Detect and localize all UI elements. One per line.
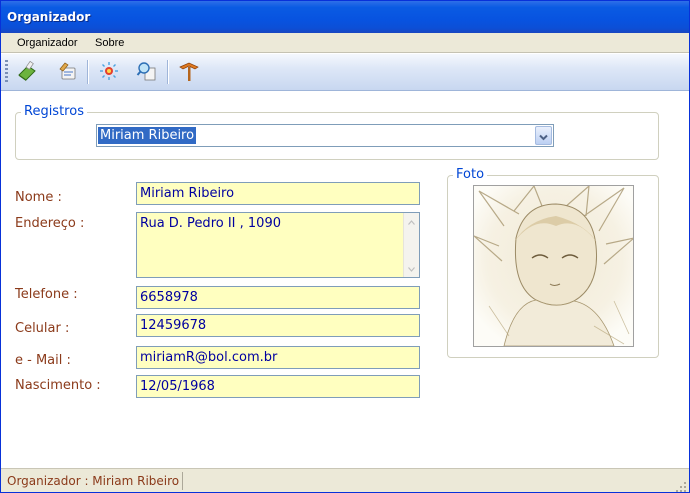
book-add-icon — [16, 60, 38, 86]
new-record-button[interactable] — [13, 59, 41, 86]
endereco-scrollbar[interactable] — [403, 213, 419, 277]
search-button[interactable] — [133, 59, 161, 86]
chevron-up-icon — [408, 214, 415, 229]
exit-button[interactable] — [175, 59, 203, 86]
toolbar — [1, 54, 689, 91]
endereco-field[interactable]: Rua D. Pedro II , 1090 — [136, 212, 420, 278]
menu-organizador[interactable]: Organizador — [17, 37, 78, 49]
nome-field[interactable]: Miriam Ribeiro — [136, 182, 420, 205]
status-bar: Organizador : Miriam Ribeiro — [1, 468, 689, 492]
email-label: e - Mail : — [15, 353, 71, 368]
toolbar-separator — [167, 60, 168, 84]
scroll-down-button[interactable] — [404, 261, 419, 276]
registros-combo-value: Miriam Ribeiro — [98, 127, 197, 144]
edit-record-icon — [57, 60, 79, 86]
email-field[interactable]: miriamR@bol.com.br — [136, 346, 420, 369]
combo-dropdown-button[interactable] — [535, 126, 552, 145]
nascimento-field[interactable]: 12/05/1968 — [136, 375, 420, 398]
telefone-label: Telefone : — [15, 287, 78, 302]
window-title: Organizador — [7, 10, 91, 24]
foto-legend: Foto — [453, 167, 488, 182]
chevron-down-icon — [408, 261, 415, 276]
resize-grip-icon[interactable] — [675, 478, 687, 492]
celular-label: Celular : — [15, 321, 70, 336]
nome-label: Nome : — [15, 190, 62, 205]
registros-combo[interactable]: Miriam Ribeiro — [96, 124, 554, 147]
status-text: Organizador : Miriam Ribeiro — [4, 472, 184, 490]
contact-photo — [473, 185, 634, 347]
toolbar-grip[interactable] — [5, 60, 8, 84]
app-window: Organizador Organizador Sobre Registros … — [0, 0, 690, 493]
chevron-down-icon — [539, 126, 548, 145]
menu-bar: Organizador Sobre — [1, 33, 689, 53]
delete-record-button[interactable] — [95, 59, 123, 86]
nascimento-label: Nascimento : — [15, 378, 101, 393]
celular-field[interactable]: 12459678 — [136, 314, 420, 337]
menu-sobre[interactable]: Sobre — [95, 37, 124, 49]
edit-record-button[interactable] — [54, 59, 82, 86]
delete-record-icon — [98, 60, 120, 86]
telefone-field[interactable]: 6658978 — [136, 286, 420, 309]
endereco-value: Rua D. Pedro II , 1090 — [140, 216, 281, 231]
title-bar[interactable]: Organizador — [1, 1, 689, 33]
endereco-label: Endereço : — [15, 216, 85, 231]
scroll-up-button[interactable] — [404, 214, 419, 229]
registros-legend: Registros — [21, 104, 87, 119]
toolbar-separator — [87, 60, 88, 84]
search-icon — [136, 60, 158, 86]
exit-icon — [178, 60, 200, 86]
